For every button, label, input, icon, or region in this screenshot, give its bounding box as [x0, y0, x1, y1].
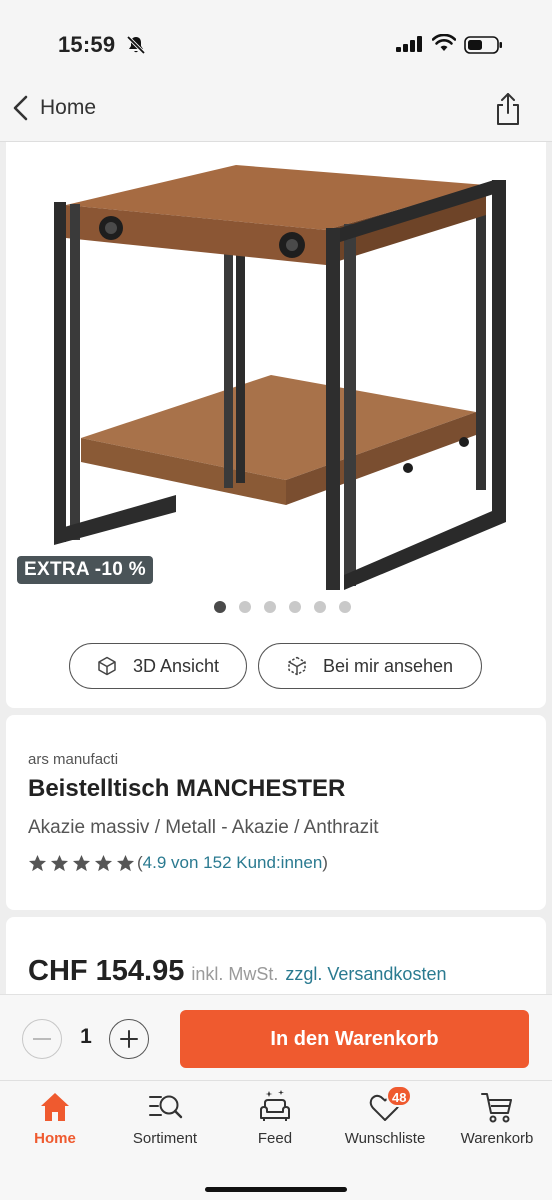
tab-bar: Home Sortiment Feed 48 Wunschliste Waren…: [0, 1080, 552, 1200]
star-icon: [28, 854, 47, 871]
home-icon: [41, 1093, 69, 1121]
wifi-icon: [432, 34, 456, 51]
navigation-bar: Home: [0, 74, 552, 142]
pagination-dot[interactable]: [313, 601, 326, 613]
pagination-dot[interactable]: [238, 601, 251, 613]
tab-label: Sortiment: [132, 1130, 198, 1147]
pagination-dot[interactable]: [338, 601, 351, 613]
back-label: Home: [40, 96, 97, 119]
sofa-sparkle-icon: [260, 1090, 290, 1121]
cube-icon: [98, 656, 116, 676]
product-info-card: ars manufacti Beistelltisch MANCHESTER A…: [6, 715, 546, 910]
share-icon[interactable]: [494, 92, 522, 126]
tab-label: Wunschliste: [344, 1130, 426, 1147]
quantity-decrease-button[interactable]: [22, 1019, 62, 1059]
status-time: 15:59: [58, 32, 116, 57]
battery-icon: [464, 36, 502, 54]
product-image[interactable]: [46, 150, 516, 602]
tab-label: Feed: [257, 1130, 293, 1147]
add-to-cart-bar: 1 In den Warenkorb: [0, 994, 552, 1080]
promo-badge: EXTRA -10 %: [17, 556, 153, 584]
minus-icon: [33, 1038, 51, 1040]
tab-label: Warenkorb: [460, 1130, 534, 1147]
product-title: Beistelltisch MANCHESTER: [28, 775, 346, 802]
star-icon: [50, 854, 69, 871]
quantity-value: 1: [80, 1025, 92, 1048]
pagination-dot[interactable]: [263, 601, 276, 613]
tab-home[interactable]: Home: [0, 1089, 110, 1147]
3d-view-button[interactable]: 3D Ansicht: [69, 643, 247, 689]
status-bar: 15:59: [0, 0, 552, 74]
signal-icon: [396, 36, 422, 52]
3d-view-label: 3D Ansicht: [132, 655, 220, 676]
pagination-dot[interactable]: [213, 601, 226, 613]
bell-slash-icon: [126, 35, 146, 55]
tab-feed[interactable]: Feed: [220, 1089, 330, 1147]
ar-view-label: Bei mir ansehen: [322, 655, 454, 676]
tab-cart[interactable]: Warenkorb: [442, 1089, 552, 1147]
home-indicator: [205, 1187, 347, 1192]
chevron-left-icon: [13, 95, 28, 121]
wishlist-count-badge: 48: [386, 1085, 413, 1107]
rating-paren-close: ): [322, 853, 328, 872]
ar-cube-icon: [288, 656, 306, 676]
rating-stars: [28, 854, 135, 873]
star-icon: [116, 854, 135, 871]
tab-wishlist[interactable]: 48 Wunschliste: [330, 1085, 440, 1147]
rating-link[interactable]: 4.9 von 152 Kund:innen: [143, 853, 323, 873]
pagination-dot[interactable]: [288, 601, 301, 613]
shipping-cost-link[interactable]: zzgl. Versandkosten: [285, 964, 446, 985]
gallery-pagination[interactable]: [6, 601, 546, 613]
tax-note: inkl. MwSt.: [191, 964, 279, 984]
product-gallery[interactable]: EXTRA -10 % 3D Ansicht Bei mir ansehen: [6, 142, 546, 708]
cart-icon: [481, 1093, 512, 1123]
product-rating[interactable]: (4.9 von 152 Kund:innen): [28, 853, 328, 873]
tab-label: Home: [34, 1130, 76, 1147]
back-button[interactable]: Home: [10, 88, 96, 128]
star-icon: [94, 854, 113, 871]
product-brand[interactable]: ars manufacti: [28, 751, 118, 768]
star-icon: [72, 854, 91, 871]
product-variant: Akazie massiv / Metall - Akazie / Anthra…: [28, 817, 379, 838]
tab-sortiment[interactable]: Sortiment: [110, 1089, 220, 1147]
ar-view-button[interactable]: Bei mir ansehen: [258, 643, 482, 689]
quantity-increase-button[interactable]: [109, 1019, 149, 1059]
add-to-cart-button[interactable]: In den Warenkorb: [180, 1010, 529, 1068]
plus-icon: [120, 1030, 138, 1048]
search-list-icon: [149, 1095, 183, 1119]
product-price: CHF 154.95: [28, 955, 185, 987]
